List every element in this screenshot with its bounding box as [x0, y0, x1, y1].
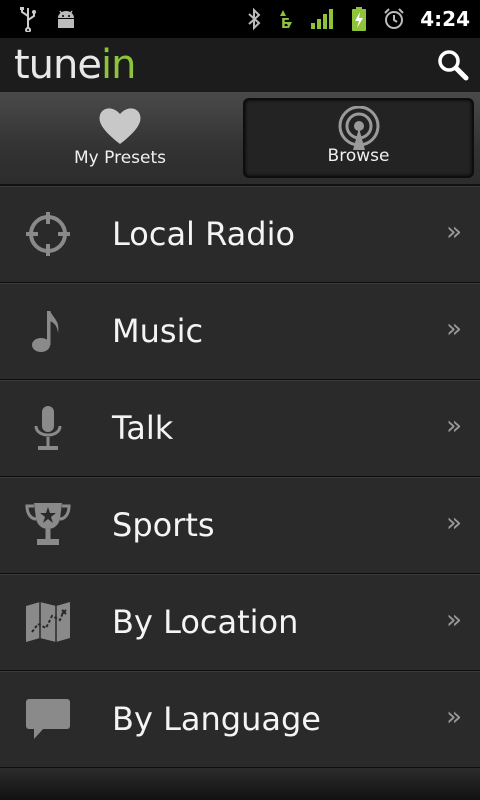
- tab-my-presets-label: My Presets: [74, 148, 166, 168]
- broadcast-icon: [338, 106, 379, 150]
- menu-item-by-language[interactable]: By Language »: [0, 671, 480, 768]
- menu-item-label: By Location: [112, 603, 299, 641]
- menu-item-local-radio[interactable]: Local Radio »: [0, 186, 480, 283]
- menu-item-music[interactable]: Music »: [0, 283, 480, 380]
- battery-charging-icon: [350, 6, 368, 32]
- search-button[interactable]: [436, 48, 470, 82]
- trophy-icon: [25, 503, 71, 545]
- clock: 4:24: [420, 7, 470, 31]
- heart-icon: [99, 108, 141, 144]
- menu-item-talk[interactable]: Talk »: [0, 380, 480, 477]
- menu-item-label: Talk: [112, 409, 174, 447]
- menu-item-label: Music: [112, 312, 204, 350]
- signal-icon: [310, 7, 336, 31]
- tab-browse[interactable]: Browse: [243, 98, 474, 178]
- music-note-icon: [32, 311, 59, 352]
- menu-item-sports[interactable]: Sports »: [0, 477, 480, 574]
- logo-text-in: in: [101, 42, 136, 88]
- app-header: tunein: [0, 38, 480, 93]
- tab-bar: My Presets Browse: [0, 92, 480, 186]
- bluetooth-icon: [246, 7, 262, 31]
- tab-my-presets[interactable]: My Presets: [4, 98, 236, 178]
- chevron-right-icon: »: [446, 314, 462, 344]
- tunein-logo: tunein: [14, 42, 136, 88]
- alarm-icon: [382, 7, 406, 31]
- menu-item-label: By Language: [112, 700, 321, 738]
- microphone-icon: [34, 406, 62, 450]
- menu-item-label: Local Radio: [112, 215, 296, 253]
- search-icon: [438, 50, 469, 81]
- edge-data-icon: E: [276, 6, 296, 32]
- svg-text:E: E: [281, 17, 290, 32]
- usb-icon: [18, 6, 38, 32]
- browse-menu: Local Radio » Music » Talk » Sports » By…: [0, 186, 480, 768]
- chevron-right-icon: »: [446, 411, 462, 441]
- chevron-right-icon: »: [446, 508, 462, 538]
- map-icon: [26, 602, 70, 642]
- speech-bubble-icon: [26, 699, 70, 739]
- list-bottom-fade: [0, 770, 480, 800]
- logo-text-tune: tune: [14, 42, 102, 88]
- chevron-right-icon: »: [446, 702, 462, 732]
- android-debug-icon: [54, 7, 78, 31]
- chevron-right-icon: »: [446, 217, 462, 247]
- status-bar: E 4:24: [0, 0, 480, 38]
- menu-item-by-location[interactable]: By Location »: [0, 574, 480, 671]
- crosshair-icon: [26, 212, 70, 256]
- menu-item-label: Sports: [112, 506, 215, 544]
- chevron-right-icon: »: [446, 605, 462, 635]
